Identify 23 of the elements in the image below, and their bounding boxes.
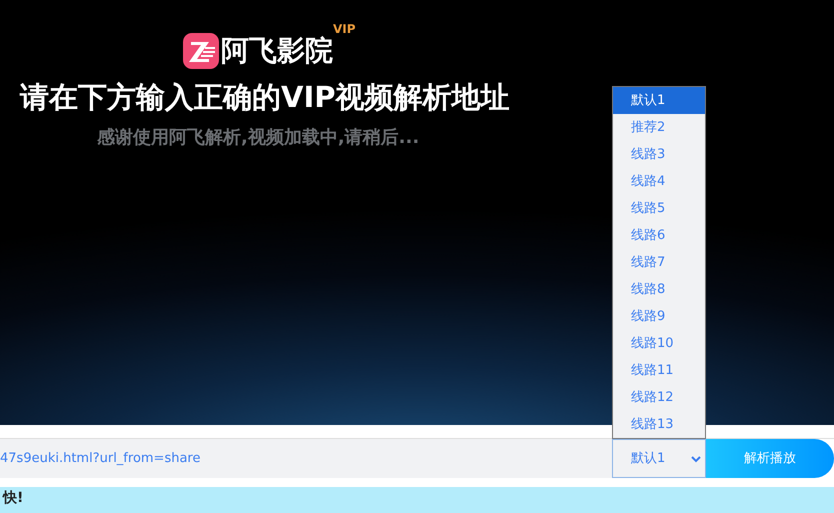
route-option[interactable]: 线路9 <box>613 303 705 330</box>
caret-icon <box>691 454 701 462</box>
route-option[interactable]: 线路6 <box>613 222 705 249</box>
url-input-field[interactable]: 47s9euki.html?url_from=share <box>0 439 612 478</box>
route-option[interactable]: 线路10 <box>613 330 705 357</box>
route-option[interactable]: 线路3 <box>613 141 705 168</box>
route-option[interactable]: 线路13 <box>613 411 705 438</box>
route-option[interactable]: 线路5 <box>613 195 705 222</box>
route-option[interactable]: 线路11 <box>613 357 705 384</box>
route-select[interactable]: 默认1 <box>612 439 706 478</box>
logo-icon <box>183 33 219 69</box>
route-option[interactable]: 默认1 <box>613 87 705 114</box>
logo-text: 阿飞影院 <box>221 33 333 69</box>
parse-play-button[interactable]: 解析播放 <box>706 439 834 478</box>
vip-label: VIP <box>333 21 356 38</box>
route-option[interactable]: 线路7 <box>613 249 705 276</box>
route-option[interactable]: 推荐2 <box>613 114 705 141</box>
route-option[interactable]: 线路8 <box>613 276 705 303</box>
route-option[interactable]: 线路4 <box>613 168 705 195</box>
route-option[interactable]: 线路12 <box>613 384 705 411</box>
notice-text: 快! <box>3 490 24 506</box>
page-title: 请在下方输入正确的VIP视频解析地址 <box>20 79 510 116</box>
loading-message: 感谢使用阿飞解析,视频加载中,请稍后... <box>97 126 420 150</box>
